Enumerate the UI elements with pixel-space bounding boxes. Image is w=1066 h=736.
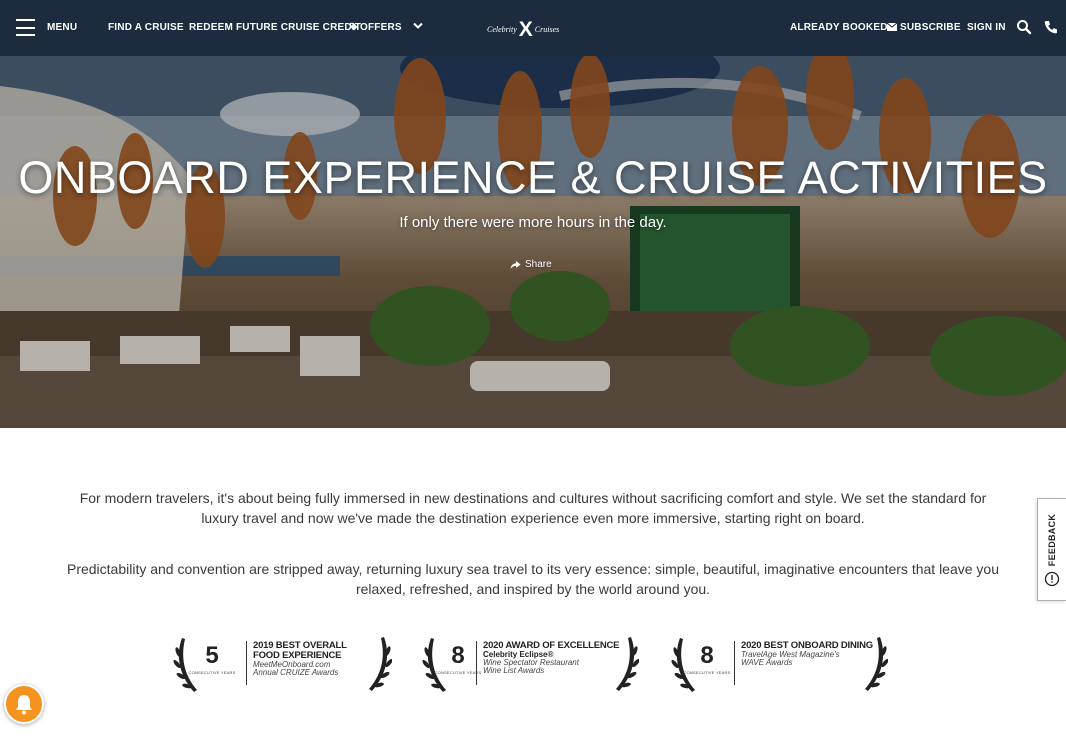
award-description: 2019 BEST OVERALL FOOD EXPERIENCE MeetMe… (246, 641, 357, 685)
hero-banner: ONBOARD EXPERIENCE & CRUISE ACTIVITIES I… (0, 56, 1066, 428)
subscribe-link[interactable]: SUBSCRIBE (886, 22, 961, 33)
feedback-icon (1044, 571, 1060, 587)
award-consecutive-label: CONSECUTIVE YEARS (188, 670, 236, 675)
award-badge: 8 CONSECUTIVE YEARS 2020 AWARD OF EXCELL… (421, 633, 639, 697)
award-years-number: 5 (205, 642, 219, 669)
intro-paragraph-2: Predictability and convention are stripp… (66, 561, 999, 597)
feedback-tab[interactable]: FEEDBACK (1037, 498, 1066, 601)
tag-icon (349, 22, 358, 31)
award-title: 2019 BEST OVERALL FOOD EXPERIENCE (253, 640, 347, 661)
logo-x-mark: X (518, 17, 533, 41)
laurel-wreath-right-icon (616, 637, 639, 691)
feedback-label: FEEDBACK (1047, 513, 1057, 567)
notification-bell-button[interactable] (4, 684, 44, 724)
chevron-down-icon (413, 22, 423, 29)
celebrity-cruises-logo[interactable]: Celebrity X Cruises (487, 18, 577, 40)
menu-icon[interactable] (16, 19, 35, 36)
redeem-future-cruise-credit-link[interactable]: REDEEM FUTURE CRUISE CREDIT (189, 22, 361, 33)
intro-paragraph-1: For modern travelers, it's about being f… (79, 490, 987, 526)
already-booked-link[interactable]: ALREADY BOOKED (790, 22, 888, 33)
top-navigation-bar: MENU FIND A CRUISE REDEEM FUTURE CRUISE … (0, 0, 1066, 56)
award-source: Annual CRUIZE Awards (253, 668, 339, 677)
envelope-icon (886, 22, 898, 31)
hero-background-image (0, 56, 1066, 428)
subscribe-label: SUBSCRIBE (900, 22, 961, 33)
share-button[interactable]: Share (510, 259, 552, 270)
offers-menu[interactable]: OFFERS (349, 22, 423, 33)
laurel-wreath-right-icon (865, 637, 888, 691)
logo-word-cruises: Cruises (534, 24, 560, 34)
hero-subtitle: If only there were more hours in the day… (399, 214, 667, 231)
sign-in-link[interactable]: SIGN IN (967, 22, 1006, 33)
search-icon[interactable] (1016, 19, 1032, 35)
logo-word-celebrity: Celebrity (487, 24, 517, 34)
laurel-wreath-right-icon (369, 637, 392, 691)
find-a-cruise-link[interactable]: FIND A CRUISE (108, 22, 184, 33)
phone-icon[interactable] (1043, 19, 1059, 35)
awards-strip: 5 CONSECUTIVE YEARS 2019 BEST OVERALL FO… (0, 633, 1066, 697)
hero-title: ONBOARD EXPERIENCE & CRUISE ACTIVITIES (18, 152, 1048, 203)
award-badge: 8 CONSECUTIVE YEARS 2020 BEST ONBOARD DI… (670, 633, 888, 697)
award-badge: 5 CONSECUTIVE YEARS 2019 BEST OVERALL FO… (172, 633, 392, 697)
offers-label: OFFERS (360, 22, 402, 33)
share-label: Share (525, 259, 552, 270)
laurel-wreath-icon: 5 CONSECUTIVE YEARS (172, 634, 252, 696)
share-icon (510, 260, 521, 269)
bell-icon (16, 695, 32, 715)
menu-button[interactable]: MENU (47, 22, 77, 33)
